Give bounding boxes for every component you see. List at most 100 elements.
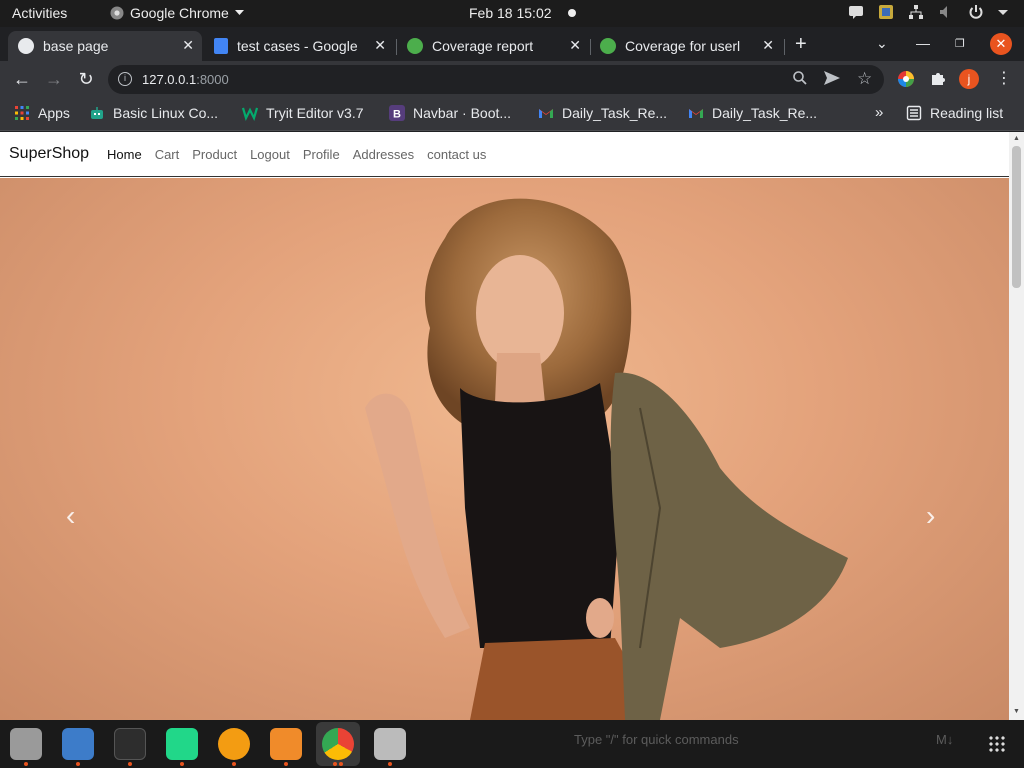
pycharm-app-icon[interactable] (166, 728, 198, 760)
activities-button[interactable]: Activities (12, 5, 67, 21)
chevron-down-icon (234, 10, 244, 15)
running-indicator (76, 762, 80, 766)
page-scrollbar[interactable]: ▲ ▼ (1009, 132, 1024, 720)
tab-coverage-for-userl[interactable]: Coverage for userl ✕ (590, 31, 782, 61)
bookmark-tryit-editor[interactable]: Tryit Editor v3.7 (242, 105, 364, 121)
svg-text:B: B (393, 109, 401, 121)
markdown-hint: M↓ (936, 732, 954, 747)
close-tab-icon[interactable]: ✕ (182, 37, 194, 54)
restore-button[interactable]: ❐ (955, 37, 965, 50)
tab-search-button[interactable]: ⌄ (876, 35, 888, 52)
tab-strip: base page ✕ test cases - Google ✕ Covera… (0, 27, 1024, 61)
chat-app-icon[interactable] (62, 728, 94, 760)
more-menu-icon[interactable]: ⋮ (996, 68, 1012, 88)
page-viewport: SuperShop Home Cart Product Logout Profi… (0, 132, 1009, 720)
robot-icon (91, 107, 103, 119)
nav-link-cart[interactable]: Cart (155, 147, 180, 162)
image-viewer-app-icon[interactable] (374, 728, 406, 760)
profile-avatar[interactable]: j (959, 69, 979, 89)
more-bookmarks-chevron-icon[interactable]: » (875, 104, 883, 121)
site-brand[interactable]: SuperShop (9, 145, 89, 163)
tab-title: Coverage for userl (625, 38, 741, 54)
nav-link-product[interactable]: Product (192, 147, 237, 162)
bookmark-label: Daily_Task_Re... (562, 105, 668, 121)
url-text[interactable]: 127.0.0.1:8000 (142, 72, 229, 87)
bookmark-navbar-bootstrap[interactable]: B Navbar · Boot... (389, 105, 511, 121)
scroll-up-icon[interactable]: ▲ (1013, 135, 1020, 142)
bookmark-label: Basic Linux Co... (113, 105, 219, 121)
reading-list-button[interactable]: Reading list (906, 105, 1003, 121)
bookmark-basic-linux[interactable]: Basic Linux Co... (89, 105, 218, 121)
nav-link-profile[interactable]: Profile (303, 147, 340, 162)
close-tab-icon[interactable]: ✕ (762, 37, 774, 54)
volume-icon (938, 4, 954, 20)
bookmark-label: Apps (38, 105, 70, 121)
clock[interactable]: Feb 18 15:02 (469, 5, 552, 21)
scrollbar-thumb[interactable] (1012, 146, 1021, 288)
bootstrap-icon: B (389, 105, 405, 121)
notification-dot-icon (568, 9, 576, 17)
nav-link-contact-us[interactable]: contact us (427, 147, 486, 162)
tab-base-page[interactable]: base page ✕ (8, 31, 202, 61)
taskbar-dock: Type "/" for quick commands M↓ (0, 720, 1024, 768)
tab-separator (784, 39, 785, 55)
tab-title: Coverage report (432, 38, 534, 54)
system-tray[interactable] (848, 4, 1014, 20)
scroll-down-icon[interactable]: ▼ (1013, 708, 1020, 715)
terminal-app-icon[interactable] (114, 728, 146, 760)
site-navbar: SuperShop Home Cart Product Logout Profi… (0, 132, 1009, 177)
app-menu[interactable]: Google Chrome (110, 5, 244, 21)
reload-button[interactable]: ↻ (75, 68, 97, 90)
running-indicator (24, 762, 28, 766)
zoom-icon[interactable] (793, 71, 807, 89)
bookmark-star-icon[interactable]: ☆ (857, 69, 872, 89)
site-info-icon[interactable]: i (118, 72, 132, 86)
running-indicator (388, 762, 392, 766)
carousel-prev-button[interactable]: ‹ (66, 500, 75, 532)
globe-icon (18, 38, 34, 54)
nav-link-logout[interactable]: Logout (250, 147, 290, 162)
new-tab-button[interactable]: + (795, 33, 807, 56)
close-tab-icon[interactable]: ✕ (569, 37, 581, 54)
minimize-button[interactable]: — (916, 35, 930, 51)
sublime-text-app-icon[interactable] (270, 728, 302, 760)
address-bar[interactable]: i 127.0.0.1:8000 ☆ (108, 65, 884, 94)
bookmark-daily-task-1[interactable]: Daily_Task_Re... (538, 105, 667, 121)
send-icon[interactable] (824, 71, 840, 89)
coverage-icon (407, 38, 423, 54)
back-button[interactable]: ← (11, 68, 33, 90)
carousel-next-button[interactable]: › (926, 500, 935, 532)
chrome-app-icon[interactable] (322, 728, 354, 760)
hero-carousel: ‹ › (0, 178, 1009, 720)
close-tab-icon[interactable]: ✕ (374, 37, 386, 54)
network-icon (908, 4, 924, 20)
color-extension-icon[interactable] (897, 70, 915, 88)
puzzle-extensions-icon[interactable] (929, 70, 947, 88)
flame-app-icon[interactable] (218, 728, 250, 760)
chevron-down-icon (998, 4, 1014, 20)
tab-coverage-report[interactable]: Coverage report ✕ (397, 31, 589, 61)
site-nav-links: Home Cart Product Logout Profile Address… (107, 147, 486, 162)
apps-grid-icon (15, 106, 29, 120)
close-window-button[interactable]: ✕ (990, 33, 1012, 55)
gmail-icon (539, 109, 553, 118)
nav-link-home[interactable]: Home (107, 147, 142, 162)
nav-link-addresses[interactable]: Addresses (353, 147, 414, 162)
gmail-icon (689, 109, 703, 118)
bookmark-apps[interactable]: Apps (14, 105, 70, 121)
running-indicator (232, 762, 236, 766)
bookmarks-bar: Apps Basic Linux Co... Tryit Editor v3.7… (0, 97, 1024, 131)
bookmark-label: Daily_Task_Re... (712, 105, 818, 121)
quick-commands-hint: Type "/" for quick commands (574, 732, 739, 747)
reading-list-icon (906, 105, 922, 121)
browser-toolbar: ← → ↻ i 127.0.0.1:8000 ☆ j ⋮ (0, 61, 1024, 97)
bookmark-daily-task-2[interactable]: Daily_Task_Re... (688, 105, 817, 121)
forward-button[interactable]: → (43, 68, 65, 90)
reading-list-label: Reading list (930, 105, 1004, 121)
app-indicator-icon (878, 4, 894, 20)
tab-test-cases[interactable]: test cases - Google ✕ (204, 31, 394, 61)
tab-title: test cases - Google (237, 38, 358, 54)
files-app-icon[interactable] (10, 728, 42, 760)
running-indicator (333, 762, 337, 766)
show-applications-icon[interactable] (988, 735, 1006, 753)
